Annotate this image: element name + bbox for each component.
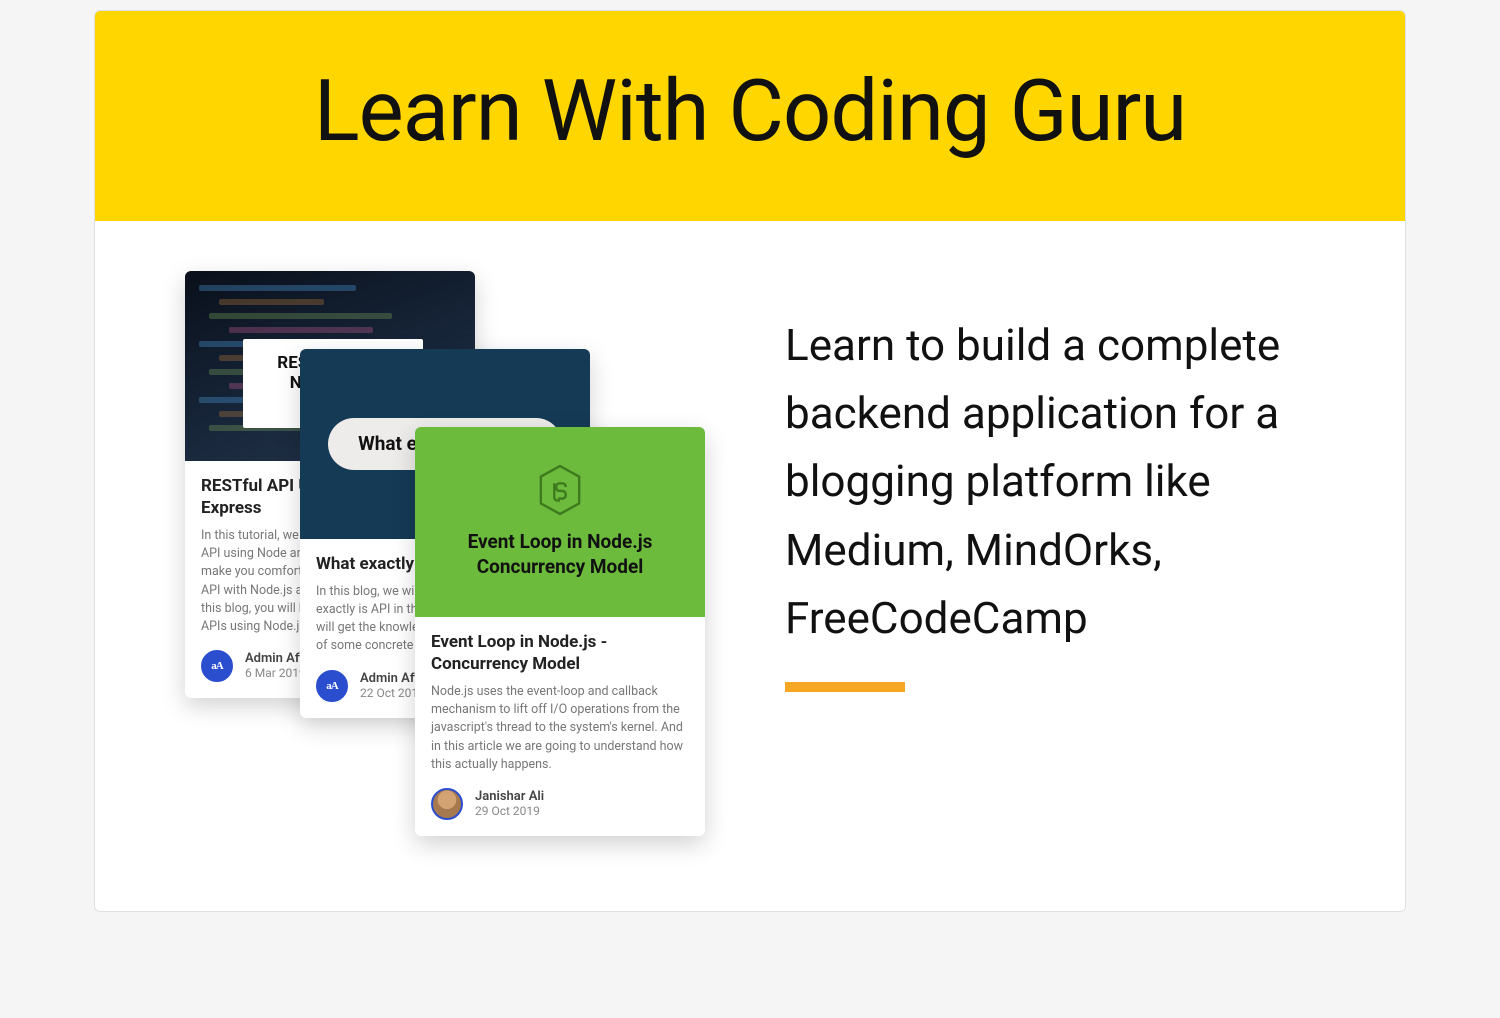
card-meta: Janishar Ali 29 Oct 2019 [431,788,689,820]
card-stack: RESTful API in Node using Express RESTfu… [185,271,745,851]
card-description: Node.js uses the event-loop and callback… [431,683,689,774]
avatar: aA [201,650,233,682]
banner-title: Learn With Coding Guru [115,61,1385,161]
content-row: RESTful API in Node using Express RESTfu… [95,221,1405,911]
card-title: Event Loop in Node.js - Concurrency Mode… [431,631,689,675]
avatar: aA [316,670,348,702]
publish-date: 29 Oct 2019 [475,804,544,818]
banner: Learn With Coding Guru [95,11,1405,221]
avatar [431,788,463,820]
card-body: Event Loop in Node.js - Concurrency Mode… [415,617,705,836]
page-headline: Learn to build a complete backend applic… [785,311,1345,652]
headline-column: Learn to build a complete backend applic… [785,271,1345,692]
nodejs-icon [537,464,583,516]
card-hero-image: Event Loop in Node.js Concurrency Model [415,427,705,617]
promo-container: Learn With Coding Guru RESTful API in No… [94,10,1406,912]
hero-badge: Event Loop in Node.js Concurrency Model [415,530,705,579]
author-name: Janishar Ali [475,789,544,804]
blog-card[interactable]: Event Loop in Node.js Concurrency Model … [415,427,705,836]
accent-underline [785,682,905,692]
